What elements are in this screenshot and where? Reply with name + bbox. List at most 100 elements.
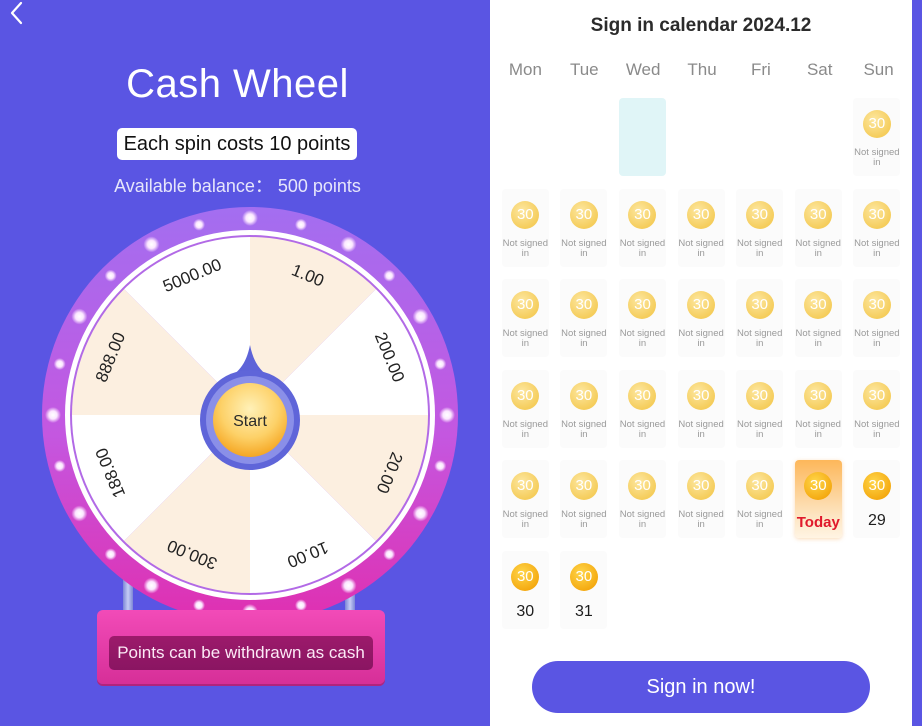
coin-icon: 30 [804,381,833,410]
rim-light-bulb [143,577,160,594]
rim-light-bulb [434,459,447,472]
calendar-day-cell[interactable]: 30 Not signed in [618,279,666,357]
calendar-day-cell[interactable]: 30 Not signed in [618,369,666,448]
calendar-day-cell[interactable]: 30 Not signed in [560,460,608,538]
weekday-label: Fri [750,60,771,79]
calendar-day-cell[interactable]: 30 Not signed in [501,460,549,538]
sign-status: Not signed in [736,418,783,440]
weekday-label: Mon [508,60,542,79]
rim-light-bulb [340,577,357,594]
calendar-day-cell[interactable]: 30 Not signed in [501,188,549,267]
rim-light-bulb [439,407,455,423]
rim-light-bulb [294,218,307,231]
sign-status: Not signed in [502,509,548,530]
calendar-day-cell[interactable]: 30 Not signed in [677,188,725,267]
calendar-day-cell[interactable]: 30 Not signed in [853,98,901,176]
coin-icon: 30 [687,472,716,500]
calendar-empty-cell [560,98,607,176]
start-button[interactable]: Start [213,383,287,457]
coin-icon: 30 [511,381,540,410]
calendar-day-cell[interactable]: 30 Today [794,460,842,538]
coin-icon: 30 [862,291,891,319]
coin-icon: 30 [745,472,774,500]
calendar-empty-cell [795,98,842,176]
sign-in-now-button[interactable]: Sign in now! [532,661,870,713]
calendar-day-cell[interactable]: 30 Not signed in [736,188,784,267]
sign-status: Not signed in [795,328,841,349]
coin-icon: 30 [511,291,540,319]
calendar-day-cell[interactable]: 30 Not signed in [677,279,725,357]
calendar-day-cell[interactable]: 30 Not signed in [794,369,842,448]
prize-wheel: 1.00 200.00 20.00 10.00 300.00 188.00 888.00 50… [40,205,460,625]
sign-status: Not signed in [736,237,783,259]
coin-icon: 30 [511,472,540,500]
calendar-day-cell[interactable]: 30 Not signed in [736,460,784,538]
calendar-day-cell[interactable]: 30 Not signed in [501,279,549,357]
chevron-left-icon [10,1,23,25]
calendar-day-cell[interactable]: 30 Not signed in [794,188,842,267]
coin-icon: 30 [745,200,774,229]
sign-status: Not signed in [854,328,900,349]
calendar-day-cell[interactable]: 30 Not signed in [618,188,666,267]
rim-light-bulb [53,459,66,472]
back-button[interactable] [6,0,30,26]
rim-light-bulb [45,407,61,423]
calendar-day-cell[interactable]: 30 31 [560,550,608,629]
rim-light-bulb [71,308,88,325]
sign-status: Not signed in [561,418,607,440]
sign-status: Not signed in [619,237,666,259]
wheel-stand: Points can be withdrawn as cash [97,610,385,684]
coin-icon: 30 [569,562,598,591]
day-number: 29 [867,512,886,529]
calendar-day-cell[interactable]: 30 Not signed in [677,369,725,448]
coin-icon: 30 [628,381,657,410]
sign-status: Not signed in [736,328,783,349]
sign-status: Not signed in [854,147,900,168]
calendar-empty-cell [502,98,549,176]
coin-icon: 30 [569,291,598,319]
sign-status: Not signed in [561,509,607,530]
coin-icon: 30 [687,381,716,410]
page-title: Cash Wheel [126,62,349,106]
weekday-label: Sun [863,60,894,79]
rim-light-bulb [434,358,447,371]
calendar-day-cell[interactable]: 30 Not signed in [677,460,725,538]
coin-icon: 30 [687,291,716,319]
calendar-day-cell[interactable]: 30 30 [501,550,549,629]
sign-status: Not signed in [561,328,607,349]
calendar-day-cell[interactable]: 30 29 [853,460,901,538]
calendar-day-cell[interactable]: 30 Not signed in [853,369,901,448]
calendar-day-cell[interactable]: 30 Not signed in [560,369,608,448]
rim-light-bulb [412,505,429,522]
calendar-day-cell[interactable]: 30 Not signed in [618,460,666,538]
calendar-day-cell[interactable]: 30 Not signed in [853,279,901,357]
coin-icon: 30 [511,200,540,229]
rim-light-bulb [143,236,160,253]
sign-status: Not signed in [678,509,724,530]
calendar-day-cell[interactable]: 30 Not signed in [560,188,608,267]
rim-light-bulb [104,548,117,561]
calendar-day-cell[interactable]: 30 Not signed in [560,279,608,357]
calendar-day-cell[interactable]: 30 Not signed in [501,369,549,448]
calendar-day-cell[interactable]: 30 Not signed in [853,188,901,267]
sign-status: Not signed in [678,328,724,349]
weekday-header: Mon Tue Wed Thu Fri Sat Sun [496,60,908,80]
calendar-day-cell[interactable]: 30 Not signed in [736,369,784,448]
sign-status: Not signed in [678,237,724,259]
calendar-day-cell[interactable]: 30 Not signed in [736,279,784,357]
sign-status: Not signed in [502,237,548,259]
sign-status: Not signed in [678,418,724,440]
coin-icon: 30 [569,200,598,229]
today-label: Today [796,514,840,531]
wheel-panel: Cash Wheel Each spin costs 10 points Ava… [0,0,490,726]
weekday-label: Wed [625,60,661,79]
coin-icon: 30 [745,291,774,319]
day-number: 31 [574,602,593,620]
weekday-label: Thu [687,60,717,79]
sign-status: Not signed in [561,237,607,259]
coin-icon: 30 [628,472,657,500]
calendar-day-cell[interactable]: 30 Not signed in [794,279,842,357]
coin-icon: 30 [862,110,891,138]
rim-light-bulb [340,236,357,253]
calendar-empty-cell [736,98,783,176]
